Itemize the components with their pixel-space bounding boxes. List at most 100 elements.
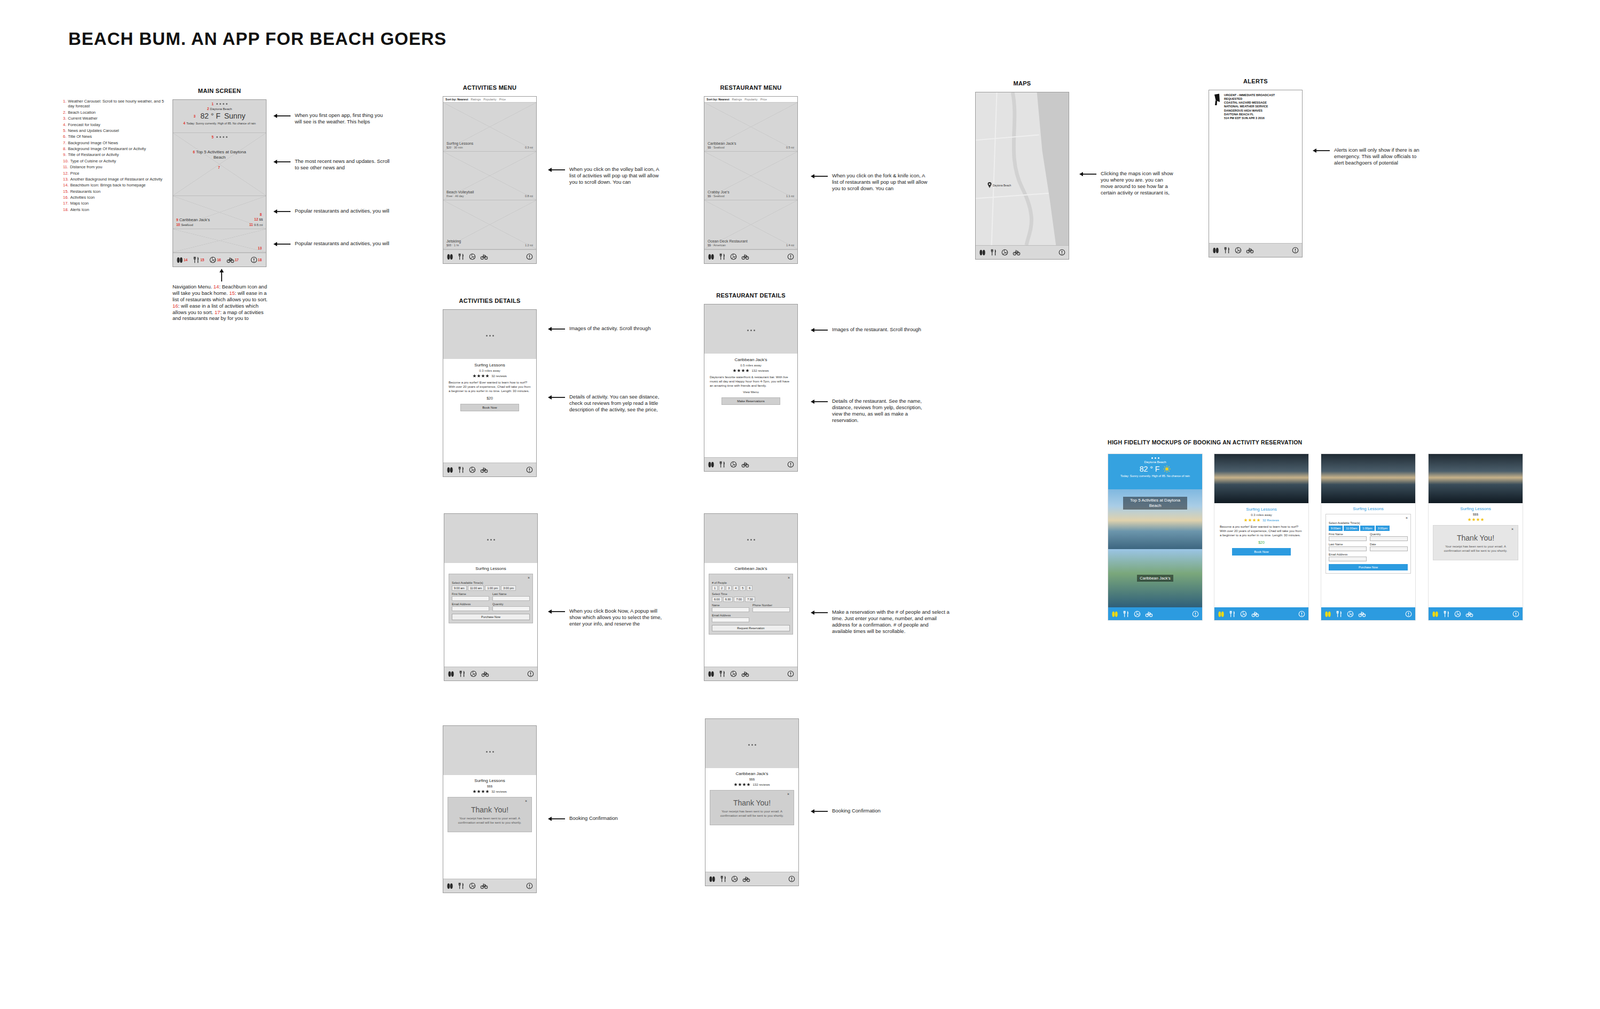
nav-button[interactable]: [742, 875, 751, 883]
nav-button[interactable]: [787, 670, 795, 678]
nav-button[interactable]: [1240, 610, 1247, 618]
nav-button[interactable]: [446, 882, 454, 890]
nav-button[interactable]: [468, 466, 476, 474]
image-carousel[interactable]: [704, 304, 798, 354]
nav-button[interactable]: [718, 460, 726, 468]
text-input[interactable]: [711, 617, 750, 623]
option-chip[interactable]: 5: [739, 585, 746, 591]
view-menu-link[interactable]: View Menu: [742, 390, 759, 394]
image-carousel[interactable]: [1321, 453, 1416, 504]
nav-button[interactable]: 18: [250, 256, 263, 264]
nav-button[interactable]: [481, 670, 490, 678]
nav-button[interactable]: [730, 460, 737, 468]
nav-button[interactable]: [731, 875, 739, 883]
list-item[interactable]: Ocean Deck Restaurant$$ · American1.4 mi: [704, 200, 798, 250]
primary-button[interactable]: Book Now: [1232, 547, 1291, 556]
nav-button[interactable]: [1133, 610, 1141, 618]
nav-button[interactable]: [708, 875, 716, 883]
text-input[interactable]: [492, 606, 530, 611]
nav-button[interactable]: [1512, 610, 1520, 618]
review-count[interactable]: 132 reviews: [751, 369, 769, 373]
nav-button[interactable]: [1405, 610, 1413, 618]
image-carousel[interactable]: [444, 513, 538, 563]
nav-button[interactable]: [1245, 246, 1254, 254]
primary-button[interactable]: Book Now: [460, 403, 520, 412]
news-carousel[interactable]: 56Top 5 Activities at Daytona Beach7: [173, 132, 266, 196]
sort-tab[interactable]: Popularity: [744, 97, 758, 101]
review-count[interactable]: 32 Reviews: [1262, 518, 1280, 522]
nav-button[interactable]: [480, 466, 489, 474]
review-count[interactable]: 132 reviews: [752, 782, 770, 787]
list-item[interactable]: Surfing Lessons$20 · 30 min0.3 mi: [443, 102, 537, 152]
nav-button[interactable]: [730, 670, 737, 678]
nav-button[interactable]: [1012, 248, 1021, 256]
sort-tab[interactable]: Ratings: [732, 97, 743, 101]
image-carousel[interactable]: [1428, 453, 1523, 504]
nav-button[interactable]: [447, 670, 455, 678]
option-chip[interactable]: 11:00 am: [467, 585, 485, 591]
nav-button[interactable]: [1291, 246, 1299, 254]
close-button[interactable]: ×: [1511, 527, 1514, 531]
text-input[interactable]: [451, 606, 490, 611]
list-item[interactable]: Beach VolleyballFree · All day0.8 mi: [443, 151, 537, 201]
nav-button[interactable]: [446, 253, 454, 261]
text-input[interactable]: [1369, 536, 1408, 541]
nav-button[interactable]: [1442, 610, 1450, 618]
nav-button[interactable]: 15: [192, 256, 206, 264]
nav-button[interactable]: [978, 248, 986, 256]
nav-button[interactable]: [1001, 248, 1009, 256]
nav-button[interactable]: [468, 882, 476, 890]
nav-button[interactable]: [480, 882, 489, 890]
submit-button[interactable]: Purchase Now: [451, 613, 530, 621]
close-button[interactable]: ×: [1405, 515, 1408, 520]
nav-button[interactable]: [1234, 246, 1242, 254]
nav-button[interactable]: [457, 882, 465, 890]
image-carousel[interactable]: [705, 718, 799, 768]
list-item[interactable]: Jetskiing$65 · 1 hr1.2 mi: [443, 200, 537, 250]
list-item[interactable]: Caribbean Jack's$$ · Seafood0.5 mi: [704, 102, 798, 152]
option-chip[interactable]: 1:00 pm: [484, 585, 500, 591]
nav-button[interactable]: [787, 460, 795, 468]
nav-button[interactable]: [526, 882, 533, 890]
option-chip[interactable]: 9:00 am: [451, 585, 467, 591]
nav-button[interactable]: [718, 253, 726, 261]
close-button[interactable]: ×: [787, 791, 790, 796]
option-chip[interactable]: 1:00pm: [1360, 525, 1375, 531]
nav-button[interactable]: [1465, 610, 1474, 618]
nav-button[interactable]: [469, 670, 477, 678]
nav-button[interactable]: [1358, 610, 1367, 618]
nav-button[interactable]: [457, 466, 465, 474]
option-chip[interactable]: 6:30: [723, 596, 734, 602]
nav-button[interactable]: [1335, 610, 1343, 618]
weather-carousel[interactable]: Daytona Beach82 ° FToday: Sunny currentl…: [1108, 453, 1203, 490]
text-input[interactable]: [492, 595, 530, 601]
close-button[interactable]: ×: [524, 798, 528, 803]
nav-button[interactable]: [1324, 610, 1332, 618]
weather-carousel[interactable]: 12Daytona Beach382 ° FSunny4Today: Sunny…: [173, 99, 266, 133]
nav-button[interactable]: [718, 670, 726, 678]
review-count[interactable]: 32 reviews: [491, 374, 507, 378]
nav-button[interactable]: [707, 460, 715, 468]
place-card[interactable]: 89Caribbean Jack's12$$10Seafood110.5 mi: [173, 195, 266, 230]
close-button[interactable]: ×: [787, 575, 790, 580]
option-chip[interactable]: 3:00 pm: [500, 585, 516, 591]
submit-button[interactable]: Request Reservation: [711, 624, 790, 632]
text-input[interactable]: [1328, 556, 1367, 562]
option-chip[interactable]: 7:30: [744, 596, 756, 602]
nav-button[interactable]: [526, 253, 533, 261]
nav-button[interactable]: [730, 253, 737, 261]
image-carousel[interactable]: [704, 513, 798, 563]
option-chip[interactable]: 11:00am: [1343, 525, 1360, 531]
option-chip[interactable]: 3: [725, 585, 732, 591]
nav-button[interactable]: [1058, 248, 1066, 256]
nav-button[interactable]: [1122, 610, 1130, 618]
nav-button[interactable]: [719, 875, 727, 883]
sort-tab[interactable]: Sort by: Nearest: [445, 97, 469, 101]
text-input[interactable]: [451, 595, 490, 601]
nav-button[interactable]: [527, 670, 535, 678]
nav-button[interactable]: [741, 670, 750, 678]
sort-tab[interactable]: Ratings: [471, 97, 482, 101]
image-carousel[interactable]: [1214, 453, 1309, 504]
nav-button[interactable]: [1217, 610, 1225, 618]
nav-button[interactable]: [468, 253, 476, 261]
